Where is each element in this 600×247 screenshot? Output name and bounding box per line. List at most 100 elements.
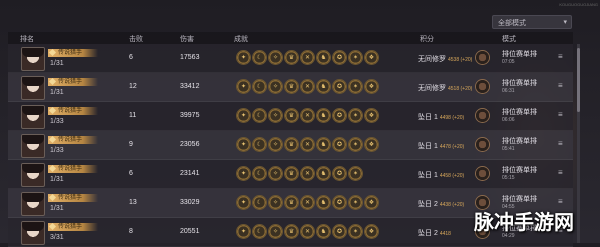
achievement-icon[interactable]: ✦ — [237, 167, 250, 180]
score-tier: 坠日 2 — [418, 201, 438, 208]
achievement-icon[interactable]: ♛ — [285, 167, 298, 180]
achievement-icon[interactable]: ✦ — [237, 80, 250, 93]
score-tier: 无间修罗 — [418, 85, 446, 92]
table-row[interactable]: 传说猎手 1/31 12 33412 ✦ ☾ ✧ ♛ ✕ ♞ ✪ ✶ ❖ 无间修罗 4518 (+20) 排位… — [8, 73, 573, 102]
scrollbar[interactable] — [577, 44, 580, 243]
scrollbar-thumb[interactable] — [577, 48, 580, 112]
achievement-icon[interactable]: ♞ — [317, 225, 330, 238]
score-points: 4498 (+20) — [439, 115, 465, 121]
achievement-icon[interactable]: ✕ — [301, 80, 314, 93]
achievement-icon[interactable]: ❖ — [365, 138, 378, 151]
table-row[interactable]: 传说猎手 1/31 6 23141 ✦ ☾ ✧ ♛ ✕ ♞ ✪ ✶ 坠日 1 4458 (+20) 排位赛单… — [8, 160, 573, 189]
achievement-icon[interactable]: ✶ — [349, 138, 362, 151]
achievement-icon[interactable]: ✶ — [349, 196, 362, 209]
avatar — [21, 76, 45, 100]
achievement-icon[interactable]: ✕ — [301, 167, 314, 180]
mode-label: 排位赛单排 — [502, 196, 537, 203]
achievement-icon[interactable]: ♞ — [317, 80, 330, 93]
table-row[interactable]: 传说猎手 1/33 9 23056 ✦ ☾ ✧ ♛ ✕ ♞ ✪ ✶ ❖ 坠日 1 4478 (+20) 排位赛… — [8, 131, 573, 160]
table-row[interactable]: 传说猎手 1/33 11 39975 ✦ ☾ ✧ ♛ ✕ ♞ ✪ ✶ ❖ 坠日 1 4498 (+20) 排位… — [8, 102, 573, 131]
score-value: 坠日 1 4478 (+20) — [418, 141, 464, 151]
kills-value: 8 — [129, 228, 133, 235]
achievement-icon[interactable]: ☾ — [253, 138, 266, 151]
achievement-icon[interactable]: ✪ — [333, 109, 346, 122]
achievement-icon[interactable]: ✦ — [237, 109, 250, 122]
achievement-icon[interactable]: ✦ — [237, 138, 250, 151]
achievement-icon[interactable]: ✶ — [349, 51, 362, 64]
achievement-icon[interactable]: ✶ — [349, 167, 362, 180]
achievement-icon[interactable]: ♛ — [285, 109, 298, 122]
achievement-icon[interactable]: ☾ — [253, 109, 266, 122]
achievement-icon[interactable]: ❖ — [365, 80, 378, 93]
achievement-icon[interactable]: ♛ — [285, 51, 298, 64]
achievement-icon[interactable]: ✕ — [301, 138, 314, 151]
row-menu-icon[interactable]: ≡ — [558, 139, 563, 148]
rank-emblem-icon — [476, 80, 489, 93]
achievement-icon[interactable]: ✪ — [333, 80, 346, 93]
achievement-icon[interactable]: ✧ — [269, 80, 282, 93]
achievement-icon[interactable]: ♞ — [317, 109, 330, 122]
achievement-icon[interactable]: ✦ — [237, 225, 250, 238]
achievement-icon[interactable]: ❖ — [365, 109, 378, 122]
achievement-icon[interactable]: ✶ — [349, 109, 362, 122]
score-tier: 无间修罗 — [418, 56, 446, 63]
achievement-icon[interactable]: ✧ — [269, 225, 282, 238]
achievement-icon[interactable]: ✧ — [269, 51, 282, 64]
achievement-icon[interactable]: ♛ — [285, 80, 298, 93]
achievement-icon[interactable]: ♞ — [317, 51, 330, 64]
avatar — [21, 221, 45, 245]
achievement-icon[interactable]: ♛ — [285, 225, 298, 238]
achievement-icon[interactable]: ✶ — [349, 80, 362, 93]
achievement-icon[interactable]: ✧ — [269, 109, 282, 122]
achievement-icon[interactable]: ♛ — [285, 196, 298, 209]
mode-label: 排位赛单排 — [502, 138, 537, 145]
achievement-icon[interactable]: ☾ — [253, 51, 266, 64]
achievement-icon[interactable]: ✕ — [301, 51, 314, 64]
header-damage: 伤害 — [180, 36, 194, 43]
achievement-icon[interactable]: ✧ — [269, 196, 282, 209]
damage-value: 20551 — [180, 228, 200, 235]
header-kills: 击败 — [129, 36, 143, 43]
achievement-icon[interactable]: ✕ — [301, 196, 314, 209]
achievement-icon[interactable]: ♞ — [317, 167, 330, 180]
row-menu-icon[interactable]: ≡ — [558, 52, 563, 61]
achievement-icon[interactable]: ✕ — [301, 225, 314, 238]
achievement-icon[interactable]: ✧ — [269, 138, 282, 151]
mode-filter-dropdown[interactable]: 全部模式 ▾ — [492, 15, 572, 29]
kills-value: 6 — [129, 54, 133, 61]
achievement-icon[interactable]: ✦ — [237, 51, 250, 64]
table-row[interactable]: 传说猎手 1/31 6 17563 ✦ ☾ ✧ ♛ ✕ ♞ ✪ ✶ ❖ 无间修罗 4538 (+20) 排位赛… — [8, 44, 573, 73]
achievement-icon[interactable]: ❖ — [365, 225, 378, 238]
score-points: 4418 — [439, 231, 451, 237]
achievement-icon[interactable]: ✪ — [333, 51, 346, 64]
header-rank: 排名 — [20, 36, 34, 43]
row-menu-icon[interactable]: ≡ — [558, 110, 563, 119]
achievement-icon[interactable]: ✧ — [269, 167, 282, 180]
achievement-icon[interactable]: ♛ — [285, 138, 298, 151]
achievement-icon[interactable]: ♞ — [317, 138, 330, 151]
row-menu-icon[interactable]: ≡ — [558, 81, 563, 90]
achievement-icon[interactable]: ♞ — [317, 196, 330, 209]
achievement-icon[interactable]: ☾ — [253, 225, 266, 238]
achievement-icon[interactable]: ☾ — [253, 167, 266, 180]
achievement-icon[interactable]: ✪ — [333, 138, 346, 151]
achievement-icon[interactable]: ✪ — [333, 196, 346, 209]
achievement-icon[interactable]: ❖ — [365, 51, 378, 64]
avatar — [21, 134, 45, 158]
row-menu-icon[interactable]: ≡ — [558, 197, 563, 206]
achievement-icon[interactable]: ✕ — [301, 109, 314, 122]
achievement-icon[interactable]: ✶ — [349, 225, 362, 238]
achievement-icon[interactable]: ✦ — [237, 196, 250, 209]
achievement-icon[interactable]: ✪ — [333, 167, 346, 180]
title-badge: 传说猎手 — [48, 49, 98, 57]
achievement-icon[interactable]: ✪ — [333, 225, 346, 238]
score-tier: 坠日 1 — [418, 143, 438, 150]
damage-value: 39975 — [180, 112, 200, 119]
achievement-icon[interactable]: ☾ — [253, 196, 266, 209]
placement: 1/31 — [50, 60, 64, 67]
kills-value: 13 — [129, 199, 137, 206]
achievement-icon[interactable]: ☾ — [253, 80, 266, 93]
row-menu-icon[interactable]: ≡ — [558, 168, 563, 177]
achievement-icon[interactable]: ❖ — [365, 196, 378, 209]
rank-emblem-icon — [476, 138, 489, 151]
